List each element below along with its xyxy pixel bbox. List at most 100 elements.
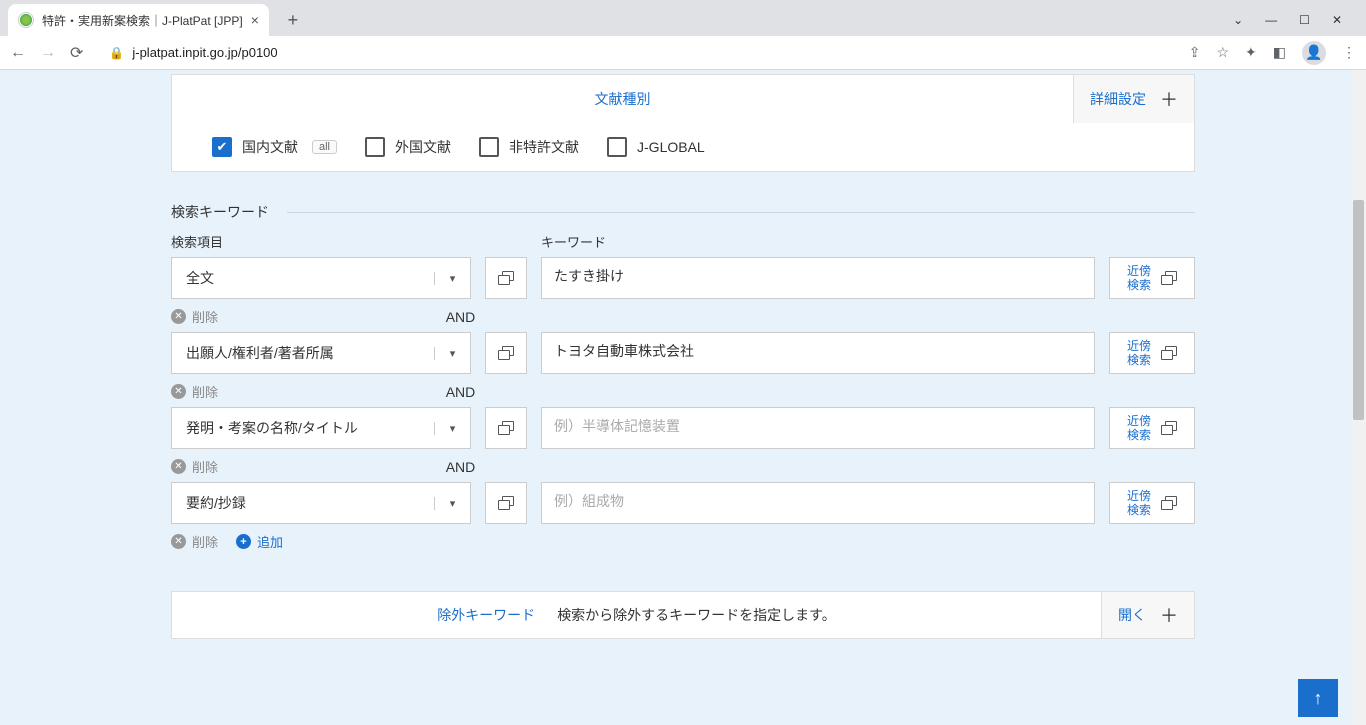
remove-icon: ✕ (171, 534, 186, 549)
badge-all: all (312, 140, 337, 154)
dialog-open-button[interactable] (485, 257, 527, 299)
scroll-top-button[interactable]: ↑ (1298, 679, 1338, 717)
search-item-select[interactable]: 全文 ▾ (171, 257, 471, 299)
delete-label: 削除 (192, 307, 218, 326)
chevron-down-icon: ▾ (434, 272, 470, 285)
checkbox-foreign[interactable]: 外国文献 (365, 137, 451, 157)
checkbox-icon (479, 137, 499, 157)
keyword-input[interactable]: たすき掛け (541, 257, 1095, 299)
menu-icon[interactable]: ⋮ (1342, 44, 1356, 61)
stack-icon (498, 496, 514, 510)
checkbox-icon (365, 137, 385, 157)
new-tab-button[interactable]: + (279, 10, 307, 31)
share-icon[interactable]: ⇪ (1189, 44, 1201, 61)
scrollbar-vertical[interactable] (1351, 70, 1366, 725)
avatar[interactable]: 👤 (1302, 41, 1326, 65)
delete-row-button[interactable]: ✕ 削除 (171, 307, 218, 326)
plus-icon: ＋ (1160, 86, 1178, 112)
dialog-open-button[interactable] (485, 482, 527, 524)
dialog-open-button[interactable] (485, 332, 527, 374)
search-item-select[interactable]: 要約/抄録 ▾ (171, 482, 471, 524)
proximity-search-button[interactable]: 近傍検索 (1109, 407, 1195, 449)
delete-row-button[interactable]: ✕ 削除 (171, 532, 218, 551)
star-icon[interactable]: ☆ (1216, 44, 1229, 61)
checkbox-domestic[interactable]: ✔ 国内文献 all (212, 137, 337, 157)
proximity-label: 近傍検索 (1127, 414, 1151, 443)
back-icon[interactable]: ← (10, 44, 26, 62)
checkbox-label: 国内文献 (242, 137, 298, 157)
checkbox-icon: ✔ (212, 137, 232, 157)
checkbox-label: J-GLOBAL (637, 139, 705, 155)
chevron-down-icon[interactable]: ⌄ (1233, 13, 1243, 27)
sidepanel-icon[interactable]: ◧ (1273, 44, 1286, 61)
and-operator: AND (361, 459, 561, 475)
doc-type-panel: 文献種別 詳細設定 ＋ ✔ 国内文献 all 外国文献 非特許 (171, 74, 1195, 172)
divider (287, 212, 1195, 213)
detail-settings-button[interactable]: 詳細設定 ＋ (1073, 75, 1194, 123)
label-keyword: キーワード (541, 232, 606, 251)
keyword-input[interactable]: トヨタ自動車株式会社 (541, 332, 1095, 374)
open-label: 開く (1118, 605, 1146, 625)
reload-icon[interactable]: ⟳ (70, 43, 83, 63)
close-window-icon[interactable]: ✕ (1332, 13, 1342, 27)
forward-icon[interactable]: → (40, 44, 56, 62)
scrollbar-thumb[interactable] (1353, 200, 1364, 420)
detail-label: 詳細設定 (1090, 89, 1146, 109)
exclude-open-button[interactable]: 開く ＋ (1101, 592, 1194, 638)
checkbox-icon (607, 137, 627, 157)
add-row-button[interactable]: + 追加 (236, 532, 283, 551)
stack-icon (498, 346, 514, 360)
proximity-search-button[interactable]: 近傍検索 (1109, 257, 1195, 299)
exclude-subtitle: 検索から除外するキーワードを指定します。 (557, 605, 836, 625)
select-value: 出願人/権利者/著者所属 (172, 343, 434, 363)
proximity-label: 近傍検索 (1127, 339, 1151, 368)
dialog-open-button[interactable] (485, 407, 527, 449)
lock-icon: 🔒 (109, 46, 124, 60)
close-icon[interactable]: × (251, 12, 259, 28)
select-value: 要約/抄録 (172, 493, 434, 513)
label-search-item: 検索項目 (171, 232, 541, 251)
extensions-icon[interactable]: ✦ (1245, 44, 1257, 61)
add-label: 追加 (257, 532, 283, 551)
delete-label: 削除 (192, 382, 218, 401)
checkbox-nonpatent[interactable]: 非特許文献 (479, 137, 579, 157)
proximity-search-button[interactable]: 近傍検索 (1109, 332, 1195, 374)
proximity-label: 近傍検索 (1127, 264, 1151, 293)
chevron-down-icon: ▾ (434, 422, 470, 435)
stack-icon (498, 271, 514, 285)
stack-icon (1161, 271, 1177, 285)
tab-title: 特許・実用新案検索｜J-PlatPat [JPP] (42, 12, 243, 29)
add-icon: + (236, 534, 251, 549)
proximity-label: 近傍検索 (1127, 489, 1151, 518)
checkbox-jglobal[interactable]: J-GLOBAL (607, 137, 705, 157)
select-value: 全文 (172, 268, 434, 288)
stack-icon (1161, 346, 1177, 360)
url-text: j-platpat.inpit.go.jp/p0100 (132, 45, 277, 60)
chevron-down-icon: ▾ (434, 497, 470, 510)
remove-icon: ✕ (171, 309, 186, 324)
plus-icon: ＋ (1160, 602, 1178, 628)
browser-tab[interactable]: 特許・実用新案検索｜J-PlatPat [JPP] × (8, 4, 269, 36)
stack-icon (498, 421, 514, 435)
chevron-down-icon: ▾ (434, 347, 470, 360)
minimize-icon[interactable]: ― (1265, 13, 1277, 27)
maximize-icon[interactable]: ☐ (1299, 13, 1310, 27)
checkbox-label: 外国文献 (395, 137, 451, 157)
address-bar[interactable]: 🔒 j-platpat.inpit.go.jp/p0100 (97, 39, 1174, 67)
remove-icon: ✕ (171, 384, 186, 399)
delete-row-button[interactable]: ✕ 削除 (171, 457, 218, 476)
search-item-select[interactable]: 発明・考案の名称/タイトル ▾ (171, 407, 471, 449)
delete-label: 削除 (192, 532, 218, 551)
tab-bar: 特許・実用新案検索｜J-PlatPat [JPP] × + ⌄ ― ☐ ✕ (0, 0, 1366, 36)
delete-row-button[interactable]: ✕ 削除 (171, 382, 218, 401)
proximity-search-button[interactable]: 近傍検索 (1109, 482, 1195, 524)
exclude-title: 除外キーワード (437, 605, 535, 625)
keyword-input[interactable] (541, 407, 1095, 449)
search-item-select[interactable]: 出願人/権利者/著者所属 ▾ (171, 332, 471, 374)
select-value: 発明・考案の名称/タイトル (172, 418, 434, 438)
exclude-panel: 除外キーワード 検索から除外するキーワードを指定します。 開く ＋ (171, 591, 1195, 639)
keyword-input[interactable] (541, 482, 1095, 524)
favicon (18, 12, 34, 28)
and-operator: AND (361, 384, 561, 400)
stack-icon (1161, 496, 1177, 510)
